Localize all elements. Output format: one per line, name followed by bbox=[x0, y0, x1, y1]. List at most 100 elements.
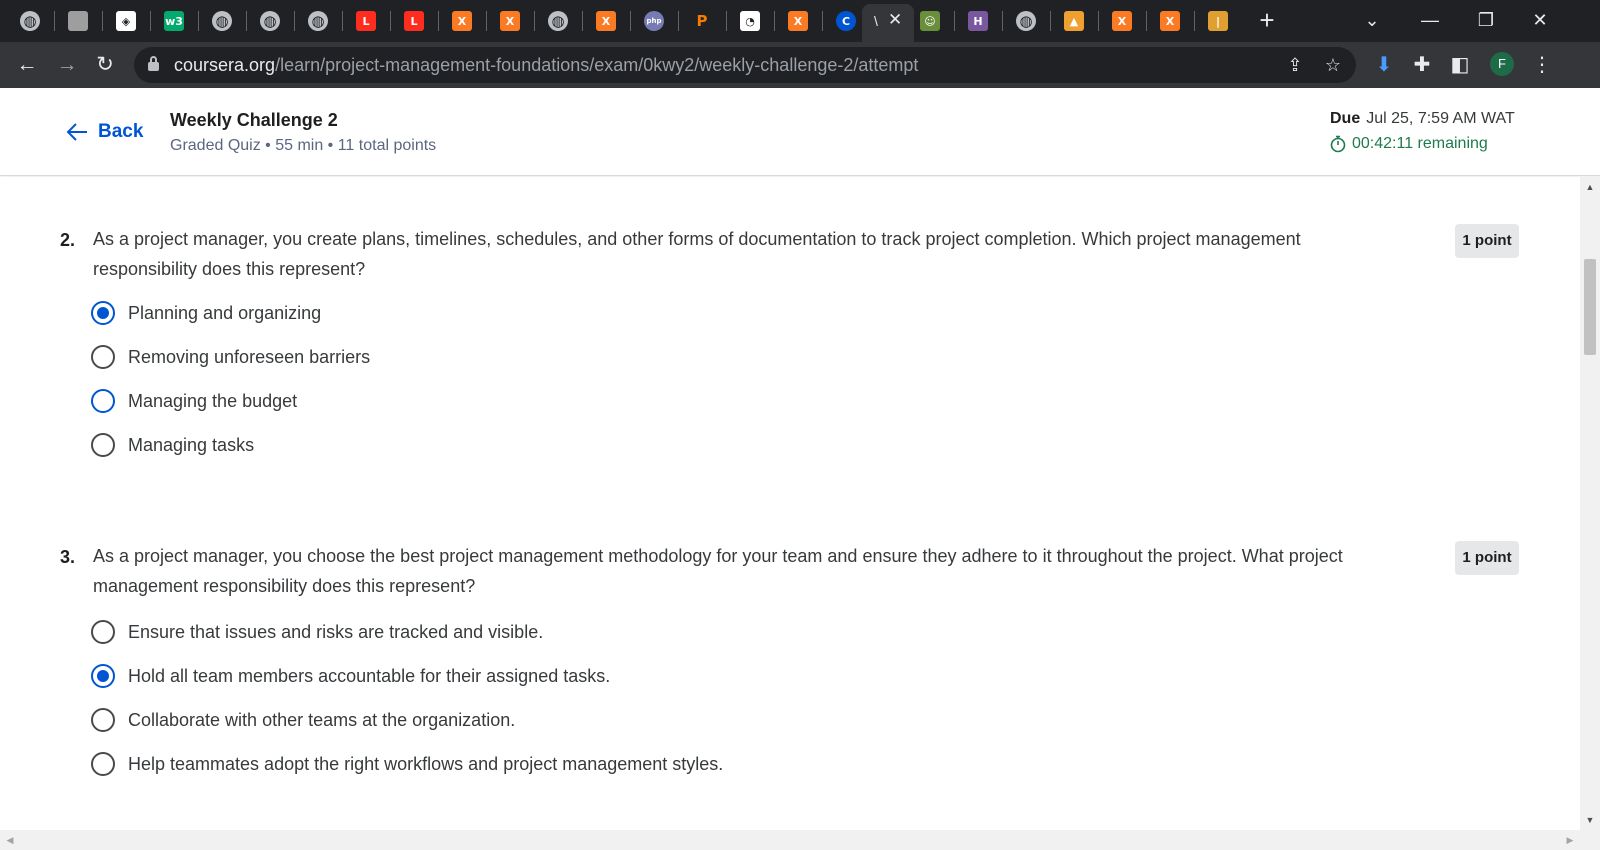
profile-avatar[interactable]: F bbox=[1490, 52, 1514, 76]
option-label: Managing tasks bbox=[128, 434, 255, 455]
browser-tab[interactable]: ◈ bbox=[112, 8, 140, 34]
xampp-icon: X bbox=[452, 11, 472, 31]
restore-button[interactable]: ❐ bbox=[1466, 6, 1506, 34]
browser-tab[interactable]: ◍ bbox=[1012, 8, 1040, 34]
option-label: Collaborate with other teams at the orga… bbox=[128, 709, 516, 730]
radio-button[interactable] bbox=[91, 664, 115, 688]
tab-separator bbox=[438, 11, 439, 31]
scrollbar-thumb[interactable] bbox=[1584, 259, 1596, 355]
option-track-issues-and-risks[interactable]: Ensure that issues and risks are tracked… bbox=[91, 617, 543, 647]
browser-tab[interactable]: ◍ bbox=[16, 8, 44, 34]
tab-search-icon[interactable]: ⌄ bbox=[1352, 6, 1392, 34]
tab-separator bbox=[150, 11, 151, 31]
browser-toolbar: ← → ↻ coursera.org/learn/project-managem… bbox=[0, 42, 1600, 88]
scroll-up-arrow-icon[interactable]: ▲ bbox=[1580, 179, 1600, 195]
option-help-adopt-workflows[interactable]: Help teammates adopt the right workflows… bbox=[91, 749, 723, 779]
back-label: Back bbox=[98, 121, 144, 142]
browser-tab[interactable]: X bbox=[1156, 8, 1184, 34]
close-tab-icon[interactable]: ✕ bbox=[888, 10, 902, 30]
xampp-icon: X bbox=[1112, 11, 1132, 31]
browser-tab[interactable]: ◍ bbox=[304, 8, 332, 34]
lock-icon[interactable] bbox=[148, 56, 159, 72]
timer-text: 00:42:11 remaining bbox=[1352, 135, 1488, 152]
quiz-title: Weekly Challenge 2 bbox=[170, 110, 338, 130]
browser-tab[interactable]: ☺ bbox=[916, 8, 944, 34]
tab-separator bbox=[1194, 11, 1195, 31]
vertical-scrollbar[interactable]: ▲ ▼ bbox=[1580, 177, 1600, 830]
address-bar[interactable]: coursera.org/learn/project-management-fo… bbox=[134, 47, 1356, 83]
radio-button[interactable] bbox=[91, 389, 115, 413]
points-badge: 1 point bbox=[1455, 541, 1519, 575]
download-icon[interactable]: ⬇ bbox=[1370, 51, 1398, 79]
browser-tab[interactable]: C bbox=[832, 8, 860, 34]
share-icon[interactable]: ⇪ bbox=[1284, 54, 1306, 76]
option-label: Help teammates adopt the right workflows… bbox=[128, 753, 724, 774]
browser-tab[interactable]: ◍ bbox=[544, 8, 572, 34]
option-managing-tasks[interactable]: Managing tasks bbox=[91, 430, 254, 460]
browser-tab[interactable]: X bbox=[1108, 8, 1136, 34]
horizontal-scrollbar[interactable]: ◀ ▶ bbox=[0, 830, 1600, 850]
radio-button[interactable] bbox=[91, 301, 115, 325]
tab-separator bbox=[726, 11, 727, 31]
browser-tab[interactable]: X bbox=[784, 8, 812, 34]
tab-separator bbox=[198, 11, 199, 31]
tab-separator bbox=[486, 11, 487, 31]
browser-tab[interactable]: ◔ bbox=[736, 8, 764, 34]
scroll-right-arrow-icon[interactable]: ▶ bbox=[1562, 830, 1578, 850]
tab-separator bbox=[1146, 11, 1147, 31]
option-hold-team-accountable[interactable]: Hold all team members accountable for th… bbox=[91, 661, 610, 691]
close-window-button[interactable]: ✕ bbox=[1520, 6, 1560, 34]
browser-tab[interactable]: ▲ bbox=[1060, 8, 1088, 34]
tab-separator bbox=[534, 11, 535, 31]
option-removing-unforeseen-barriers[interactable]: Removing unforeseen barriers bbox=[91, 342, 370, 372]
reload-icon[interactable]: ↻ bbox=[90, 50, 120, 80]
side-panel-icon[interactable]: ◧ bbox=[1446, 51, 1474, 79]
browser-tab[interactable]: ◍ bbox=[208, 8, 236, 34]
minimize-button[interactable]: — bbox=[1410, 6, 1450, 34]
browser-tab[interactable]: w3 bbox=[160, 8, 188, 34]
browser-tab[interactable]: H bbox=[964, 8, 992, 34]
new-tab-button[interactable]: + bbox=[1254, 6, 1280, 34]
tab-separator bbox=[822, 11, 823, 31]
radio-button[interactable] bbox=[91, 620, 115, 644]
radio-button[interactable] bbox=[91, 752, 115, 776]
tab-separator bbox=[954, 11, 955, 31]
option-managing-the-budget[interactable]: Managing the budget bbox=[91, 386, 297, 416]
browser-tab[interactable]: php bbox=[640, 8, 668, 34]
tab-separator bbox=[582, 11, 583, 31]
due-value: Jul 25, 7:59 AM WAT bbox=[1366, 110, 1515, 127]
bookmark-star-icon[interactable]: ☆ bbox=[1322, 54, 1344, 76]
xampp-icon: X bbox=[1160, 11, 1180, 31]
question-number: 3. bbox=[60, 547, 76, 567]
time-remaining: 00:42:11 remaining bbox=[1330, 135, 1488, 153]
url-text[interactable]: coursera.org/learn/project-management-fo… bbox=[174, 55, 918, 76]
mountain-icon: ▲ bbox=[1064, 11, 1084, 31]
radio-button[interactable] bbox=[91, 433, 115, 457]
active-tab[interactable]: \ ✕ bbox=[862, 4, 914, 42]
back-button[interactable]: Back bbox=[66, 118, 143, 146]
browser-tab[interactable]: X bbox=[592, 8, 620, 34]
scroll-down-arrow-icon[interactable]: ▼ bbox=[1580, 812, 1600, 828]
radio-button[interactable] bbox=[91, 708, 115, 732]
arrow-left-icon bbox=[66, 123, 87, 141]
browser-tab[interactable]: P bbox=[688, 8, 716, 34]
option-collaborate-with-teams[interactable]: Collaborate with other teams at the orga… bbox=[91, 705, 515, 735]
extensions-icon[interactable]: ✚ bbox=[1408, 51, 1436, 79]
browser-tab[interactable]: L bbox=[400, 8, 428, 34]
question-number: 2. bbox=[60, 230, 76, 250]
browser-tab[interactable]: X bbox=[496, 8, 524, 34]
forward-arrow-icon[interactable]: → bbox=[52, 50, 82, 80]
radio-button[interactable] bbox=[91, 345, 115, 369]
browser-tab[interactable]: X bbox=[448, 8, 476, 34]
browser-tab[interactable]: ◍ bbox=[256, 8, 284, 34]
quiz-subtitle: Graded Quiz • 55 min • 11 total points bbox=[170, 137, 437, 154]
menu-kebab-icon[interactable]: ⋮ bbox=[1528, 51, 1556, 79]
tab-separator bbox=[630, 11, 631, 31]
browser-tab[interactable] bbox=[64, 8, 92, 34]
tab-separator bbox=[390, 11, 391, 31]
browser-tab[interactable]: L bbox=[352, 8, 380, 34]
back-arrow-icon[interactable]: ← bbox=[12, 50, 42, 80]
scroll-left-arrow-icon[interactable]: ◀ bbox=[2, 830, 18, 850]
browser-tab[interactable]: | bbox=[1204, 8, 1232, 34]
option-planning-and-organizing[interactable]: Planning and organizing bbox=[91, 298, 321, 328]
